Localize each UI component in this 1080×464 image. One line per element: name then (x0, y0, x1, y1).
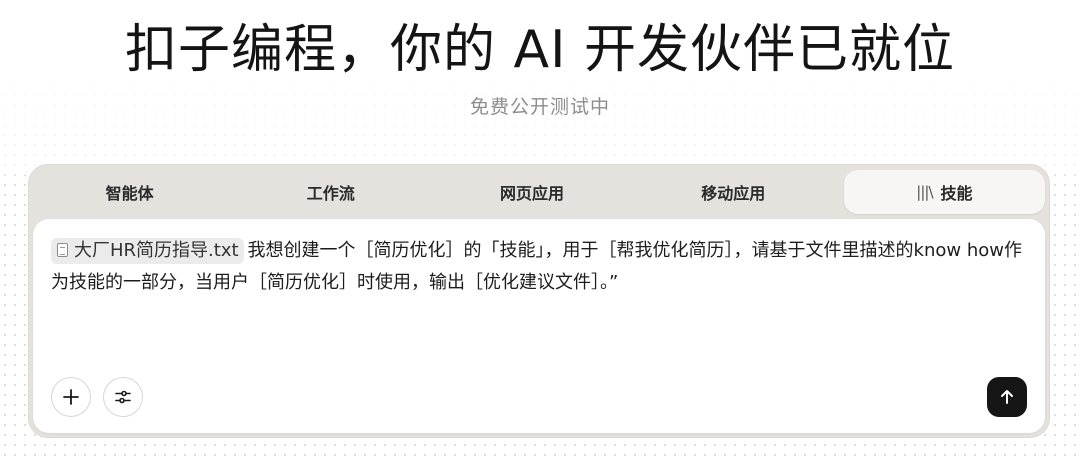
page-title: 扣子编程，你的 AI 开发伙伴已就位 (125, 20, 955, 80)
tab-label: 网页应用 (500, 184, 565, 203)
tab-label: 技能 (940, 184, 973, 203)
prompt-text-area[interactable]: 大厂HR简历指导.txt 我想创建一个［简历优化］的「技能」，用于［帮我优化简历］… (51, 235, 1031, 299)
tab-mobile-app[interactable]: 移动应用 (633, 165, 834, 219)
tab-label: 工作流 (306, 184, 355, 203)
library-icon: |||\ (916, 183, 933, 201)
tab-skill[interactable]: |||\ 技能 (843, 170, 1046, 214)
mode-tabs: 智能体 工作流 网页应用 移动应用 |||\ 技能 (29, 165, 1049, 219)
attachment-name: 大厂HR简历指导.txt (74, 240, 239, 261)
document-icon (57, 243, 68, 257)
arrow-up-icon (1001, 390, 1013, 404)
add-button[interactable] (51, 377, 91, 417)
tab-label: 智能体 (105, 184, 154, 203)
page-subtitle: 免费公开测试中 (469, 96, 610, 118)
tab-web-app[interactable]: 网页应用 (431, 165, 632, 219)
tab-label: 移动应用 (701, 184, 766, 203)
plus-icon (63, 389, 79, 405)
sliders-icon (115, 390, 131, 404)
settings-button[interactable] (103, 377, 143, 417)
tab-agent[interactable]: 智能体 (29, 165, 230, 219)
attachment-chip[interactable]: 大厂HR简历指导.txt (51, 238, 244, 264)
send-button[interactable] (987, 377, 1027, 417)
create-panel: 智能体 工作流 网页应用 移动应用 |||\ 技能 大厂HR简历指导.txt 我想… (28, 164, 1050, 438)
tab-workflow[interactable]: 工作流 (230, 165, 431, 219)
prompt-input-box[interactable]: 大厂HR简历指导.txt 我想创建一个［简历优化］的「技能」，用于［帮我优化简历］… (33, 219, 1045, 433)
